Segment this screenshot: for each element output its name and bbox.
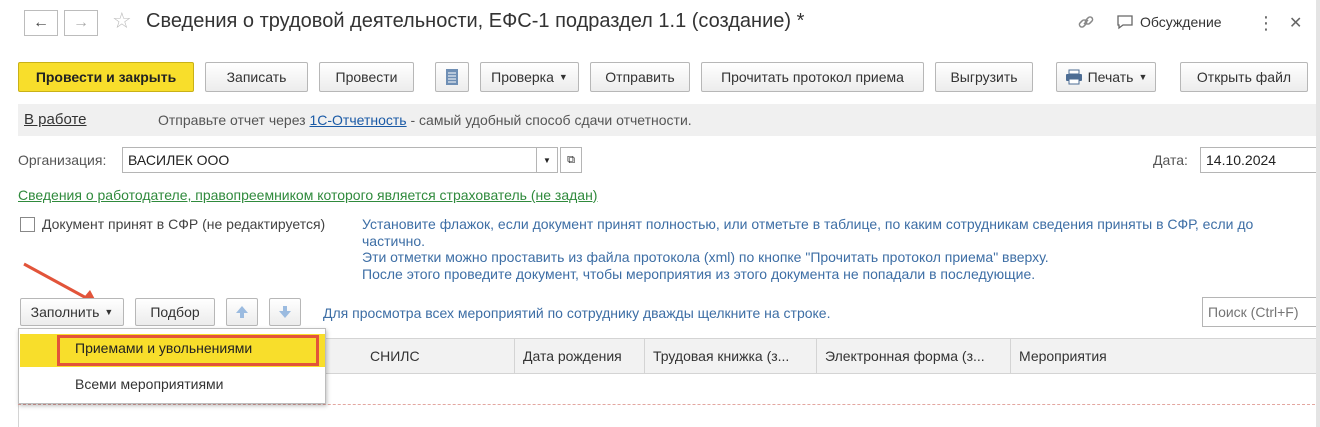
- fill-dropdown-menu: Приемами и увольнениями Всеми мероприяти…: [18, 328, 326, 404]
- document-list-icon: [446, 69, 458, 85]
- read-protocol-button[interactable]: Прочитать протокол приема: [701, 62, 924, 92]
- column-work-book[interactable]: Трудовая книжка (з...: [645, 339, 817, 373]
- print-dropdown-button[interactable]: Печать ▼: [1056, 62, 1156, 92]
- info-line: Установите флажок, если документ принят …: [362, 216, 1254, 232]
- discussion-button[interactable]: Обсуждение: [1116, 14, 1222, 30]
- favorite-star-icon[interactable]: ☆: [112, 8, 132, 34]
- arrow-left-icon: ←: [33, 14, 49, 31]
- close-icon[interactable]: ✕: [1289, 13, 1302, 33]
- check-dropdown-button[interactable]: Проверка ▼: [480, 62, 579, 92]
- column-birth-date[interactable]: Дата рождения: [515, 339, 645, 373]
- dropdown-item-all-events[interactable]: Всеми мероприятиями: [75, 376, 223, 392]
- accepted-checkbox[interactable]: [20, 217, 35, 232]
- caret-down-icon: ▼: [1138, 72, 1148, 82]
- discussion-label: Обсуждение: [1140, 14, 1222, 30]
- column-snils[interactable]: СНИЛС: [362, 339, 515, 373]
- org-dropdown-button[interactable]: ▼: [536, 147, 558, 173]
- status-link[interactable]: В работе: [24, 111, 87, 128]
- forward-button[interactable]: →: [64, 10, 98, 36]
- status-text-after: - самый удобный способ сдачи отчетности.: [406, 112, 692, 128]
- fill-dropdown-button[interactable]: Заполнить ▼: [20, 298, 124, 326]
- printer-icon: [1065, 69, 1082, 85]
- open-file-button[interactable]: Открыть файл: [1180, 62, 1308, 92]
- check-label: Проверка: [491, 69, 554, 85]
- move-up-button[interactable]: [226, 298, 258, 326]
- move-down-button[interactable]: [269, 298, 301, 326]
- org-label: Организация:: [18, 152, 107, 168]
- journal-button[interactable]: [435, 62, 469, 92]
- accepted-label: Документ принят в СФР (не редактируется): [42, 216, 326, 232]
- date-field[interactable]: 14.10.2024: [1200, 147, 1320, 173]
- info-line: частично.: [362, 232, 426, 249]
- org-open-button[interactable]: ⧉: [560, 147, 582, 173]
- fill-label: Заполнить: [30, 304, 100, 320]
- date-label: Дата:: [1153, 152, 1188, 168]
- table-hint: Для просмотра всех мероприятий по сотруд…: [323, 305, 831, 321]
- export-button[interactable]: Выгрузить: [935, 62, 1033, 92]
- reporting-link[interactable]: 1С-Отчетность: [309, 112, 406, 128]
- select-button[interactable]: Подбор: [135, 298, 215, 326]
- info-line: После этого проведите документ, чтобы ме…: [362, 265, 1036, 282]
- arrow-up-icon: [236, 306, 248, 318]
- post-button[interactable]: Провести: [319, 62, 414, 92]
- open-window-icon: ⧉: [567, 153, 575, 166]
- info-line: Эти отметки можно проставить из файла пр…: [362, 249, 1049, 265]
- column-electronic-form[interactable]: Электронная форма (з...: [817, 339, 1011, 373]
- status-text-before: Отправьте отчет через: [158, 112, 310, 128]
- search-input[interactable]: [1202, 297, 1320, 327]
- org-field[interactable]: ВАСИЛЕК ООО: [122, 147, 537, 173]
- more-icon[interactable]: ⋮: [1257, 13, 1275, 34]
- status-message: Отправьте отчет через 1С-Отчетность - са…: [158, 112, 692, 128]
- arrow-down-icon: [279, 306, 291, 318]
- post-and-close-button[interactable]: Провести и закрыть: [18, 62, 194, 92]
- save-button[interactable]: Записать: [205, 62, 308, 92]
- caret-down-icon: ▼: [543, 155, 551, 165]
- print-label: Печать: [1087, 69, 1134, 85]
- back-button[interactable]: ←: [24, 10, 58, 36]
- chat-icon: [1117, 15, 1133, 30]
- link-icon[interactable]: [1076, 12, 1096, 35]
- info-text: Установите флажок, если документ принят …: [362, 216, 1253, 282]
- employer-info-link[interactable]: Сведения о работодателе, правопреемником…: [18, 187, 597, 203]
- arrow-right-icon: →: [73, 14, 89, 31]
- caret-down-icon: ▼: [104, 307, 114, 317]
- column-events[interactable]: Мероприятия: [1011, 339, 1320, 373]
- send-button[interactable]: Отправить: [590, 62, 690, 92]
- table-divider: [18, 404, 1320, 405]
- page-title: Сведения о трудовой деятельности, ЕФС-1 …: [146, 10, 805, 32]
- caret-down-icon: ▼: [558, 72, 568, 82]
- dropdown-item-hires-dismissals[interactable]: Приемами и увольнениями: [75, 340, 252, 356]
- scrollbar[interactable]: [1316, 0, 1320, 427]
